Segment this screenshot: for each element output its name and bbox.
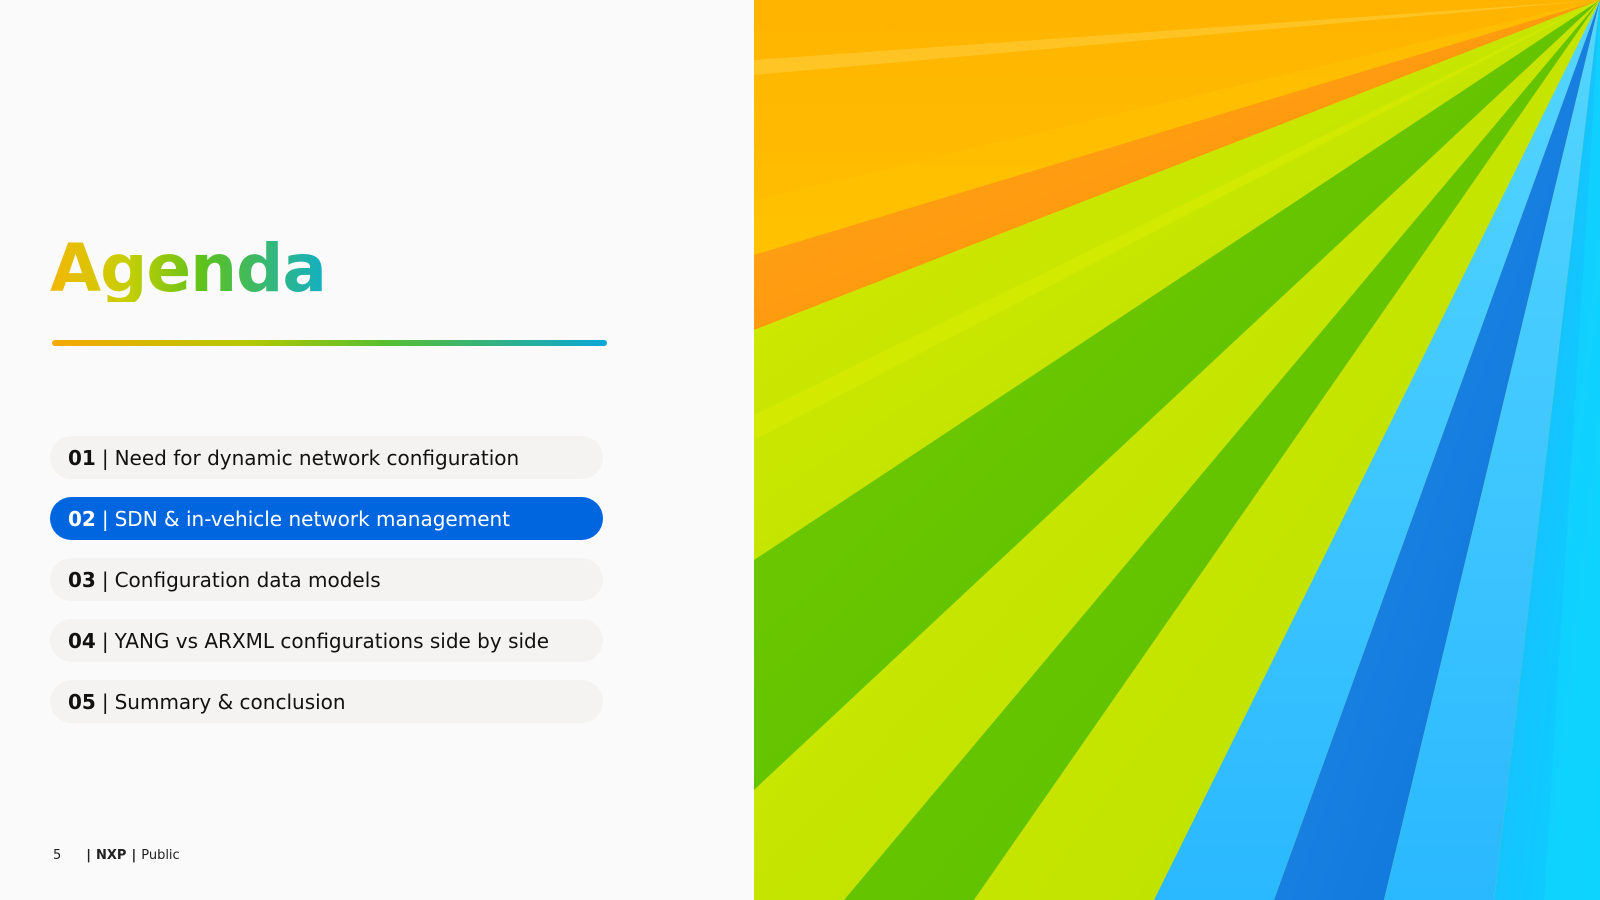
agenda-item-04[interactable]: 04 | YANG vs ARXML configurations side b… — [50, 619, 603, 662]
title-underline — [52, 340, 607, 346]
agenda-item-label: Need for dynamic network configuration — [114, 445, 520, 470]
agenda-item-separator: | — [101, 506, 109, 531]
agenda-item-separator: | — [101, 689, 109, 714]
agenda-item-03[interactable]: 03 | Configuration data models — [50, 558, 603, 601]
agenda-item-number: 05 — [68, 689, 96, 714]
footer-separator: | — [86, 848, 92, 863]
slide-footer: 5 | NXP | Public — [53, 848, 180, 863]
agenda-item-number: 01 — [68, 445, 96, 470]
ray-burst-svg — [754, 0, 1600, 900]
agenda-item-number: 03 — [68, 567, 96, 592]
agenda-item-02[interactable]: 02 | SDN & in-vehicle network management — [50, 497, 603, 540]
agenda-list: 01 | Need for dynamic network configurat… — [50, 436, 603, 741]
agenda-item-separator: | — [101, 445, 109, 470]
content-panel: Agenda 01 | Need for dynamic network con… — [0, 0, 754, 900]
page-title: Agenda — [50, 230, 327, 307]
brand-name: NXP — [96, 848, 127, 863]
agenda-item-number: 02 — [68, 506, 96, 531]
ray-burst-graphic — [754, 0, 1600, 900]
agenda-item-05[interactable]: 05 | Summary & conclusion — [50, 680, 603, 723]
agenda-item-label: SDN & in-vehicle network management — [114, 506, 511, 531]
agenda-item-label: Configuration data models — [114, 567, 381, 592]
classification-label: Public — [141, 848, 180, 863]
agenda-item-01[interactable]: 01 | Need for dynamic network configurat… — [50, 436, 603, 479]
agenda-item-separator: | — [101, 628, 109, 653]
agenda-item-number: 04 — [68, 628, 96, 653]
agenda-item-label: Summary & conclusion — [114, 689, 346, 714]
footer-separator: | — [131, 848, 137, 863]
agenda-item-separator: | — [101, 567, 109, 592]
agenda-item-label: YANG vs ARXML configurations side by sid… — [114, 628, 550, 653]
page-number: 5 — [53, 848, 62, 863]
